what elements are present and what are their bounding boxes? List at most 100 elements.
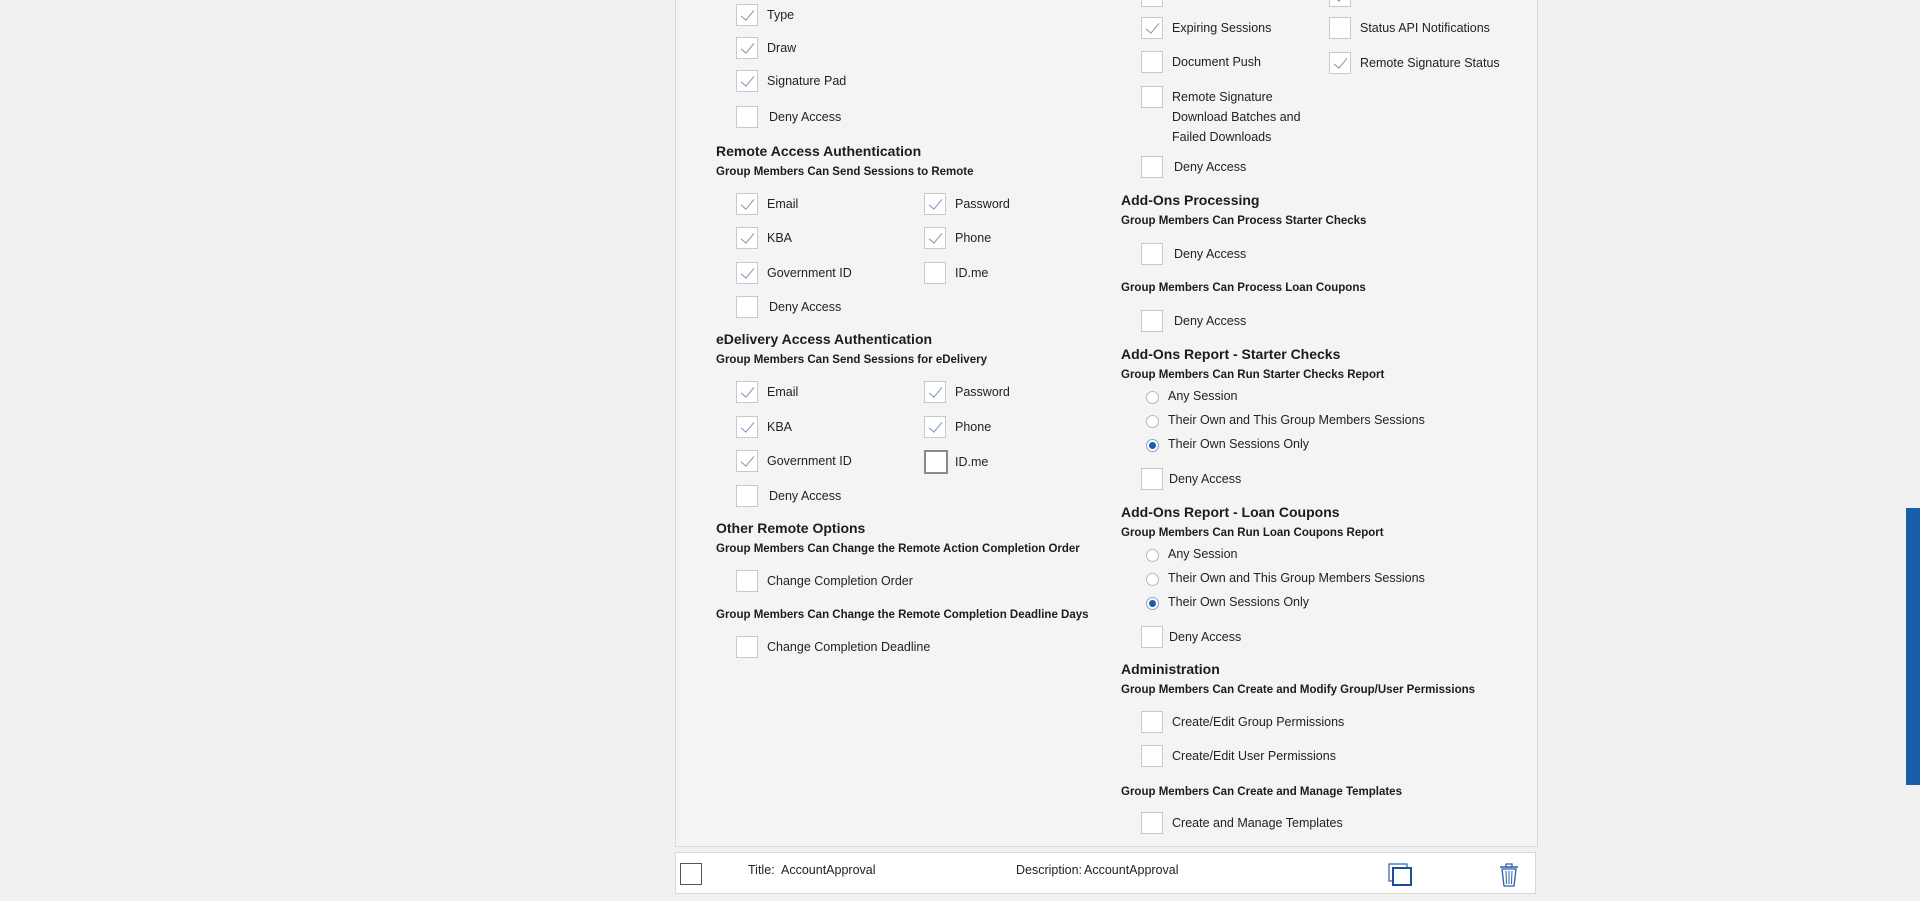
group-row: Title: AccountApproval Description: Acco…: [675, 852, 1536, 894]
edelivery-email-checkbox[interactable]: [736, 381, 758, 403]
report-loan-subtitle: Group Members Can Run Loan Coupons Repor…: [1121, 527, 1384, 539]
top-right-checkbox-2[interactable]: [1329, 0, 1351, 7]
loan-coupons-deny-checkbox[interactable]: [1141, 310, 1163, 332]
edelivery-deny-checkbox[interactable]: [736, 485, 758, 507]
administration-sub-templates: Group Members Can Create and Manage Temp…: [1121, 786, 1402, 798]
remote-sig-download-line3: Failed Downloads: [1172, 130, 1272, 144]
remote-sig-status-label: Remote Signature Status: [1360, 56, 1500, 70]
addons-processing-sub-starter: Group Members Can Process Starter Checks: [1121, 215, 1367, 227]
change-deadline-label: Change Completion Deadline: [767, 640, 931, 654]
type-label: Type: [767, 8, 795, 22]
report-starter-own-group-radio[interactable]: [1146, 415, 1159, 428]
edelivery-phone-checkbox[interactable]: [924, 416, 946, 438]
remote-idme-label: ID.me: [955, 266, 989, 280]
remote-idme-checkbox[interactable]: [924, 262, 946, 284]
report-loan-deny-checkbox[interactable]: [1141, 626, 1163, 648]
edelivery-idme-label: ID.me: [955, 455, 989, 469]
draw-label: Draw: [767, 41, 797, 55]
other-remote-subtitle-order: Group Members Can Change the Remote Acti…: [716, 543, 1080, 555]
other-remote-title: Other Remote Options: [716, 520, 866, 536]
remote-sig-status-checkbox[interactable]: [1329, 52, 1351, 74]
copy-icon[interactable]: [1387, 863, 1413, 887]
top-deny-checkbox[interactable]: [1141, 156, 1163, 178]
report-starter-own-only-radio[interactable]: [1146, 439, 1159, 452]
edelivery-password-checkbox[interactable]: [924, 381, 946, 403]
starter-checks-deny-checkbox[interactable]: [1141, 243, 1163, 265]
edelivery-idme-checkbox[interactable]: [924, 450, 948, 474]
report-starter-any-label: Any Session: [1168, 389, 1238, 403]
signature-pad-checkbox[interactable]: [736, 70, 758, 92]
row-select-checkbox[interactable]: [680, 863, 702, 885]
report-starter-subtitle: Group Members Can Run Starter Checks Rep…: [1121, 369, 1385, 381]
edelivery-govid-label: Government ID: [767, 454, 852, 468]
scrollbar-thumb[interactable]: [1906, 508, 1920, 785]
type-checkbox[interactable]: [736, 4, 758, 26]
remote-govid-checkbox[interactable]: [736, 262, 758, 284]
report-starter-deny-label: Deny Access: [1169, 472, 1242, 486]
row-description-label: Description:: [1016, 863, 1082, 877]
remote-govid-label: Government ID: [767, 266, 852, 280]
other-remote-subtitle-deadline: Group Members Can Change the Remote Comp…: [716, 609, 1089, 621]
remote-kba-label: KBA: [767, 231, 793, 245]
manage-templates-label: Create and Manage Templates: [1172, 816, 1343, 830]
trash-icon[interactable]: [1498, 863, 1520, 887]
remote-phone-checkbox[interactable]: [924, 227, 946, 249]
remote-email-label: Email: [767, 197, 799, 211]
report-loan-own-only-label: Their Own Sessions Only: [1168, 595, 1310, 609]
report-loan-deny-label: Deny Access: [1169, 630, 1242, 644]
addons-processing-sub-loan: Group Members Can Process Loan Coupons: [1121, 282, 1366, 294]
loan-coupons-deny-label: Deny Access: [1174, 314, 1247, 328]
administration-title: Administration: [1121, 661, 1220, 677]
remote-phone-label: Phone: [955, 231, 992, 245]
top-deny-label: Deny Access: [1174, 160, 1247, 174]
status-api-label: Status API Notifications: [1360, 21, 1490, 35]
remote-auth-title: Remote Access Authentication: [716, 143, 922, 159]
report-starter-any-radio[interactable]: [1146, 391, 1159, 404]
report-starter-deny-checkbox[interactable]: [1141, 468, 1163, 490]
row-title-label: Title:: [748, 863, 775, 877]
remote-kba-checkbox[interactable]: [736, 227, 758, 249]
edelivery-email-label: Email: [767, 385, 799, 399]
group-permissions-checkbox[interactable]: [1141, 711, 1163, 733]
edelivery-phone-label: Phone: [955, 420, 992, 434]
remote-password-checkbox[interactable]: [924, 193, 946, 215]
expiring-sessions-label: Expiring Sessions: [1172, 21, 1272, 35]
signature-pad-label: Signature Pad: [767, 74, 847, 88]
document-push-checkbox[interactable]: [1141, 51, 1163, 73]
row-description-value: AccountApproval: [1084, 863, 1179, 877]
edelivery-password-label: Password: [955, 385, 1010, 399]
report-loan-own-group-radio[interactable]: [1146, 573, 1159, 586]
edelivery-auth-subtitle: Group Members Can Send Sessions for eDel…: [716, 354, 987, 366]
edelivery-kba-label: KBA: [767, 420, 793, 434]
edelivery-deny-label: Deny Access: [769, 489, 842, 503]
row-title-value: AccountApproval: [781, 863, 876, 877]
remote-sig-download-checkbox[interactable]: [1141, 86, 1163, 108]
remote-auth-subtitle: Group Members Can Send Sessions to Remot…: [716, 166, 974, 178]
report-loan-own-only-radio[interactable]: [1146, 597, 1159, 610]
remote-deny-checkbox[interactable]: [736, 296, 758, 318]
status-api-checkbox[interactable]: [1329, 17, 1351, 39]
remote-sig-download-line2: Download Batches and: [1172, 110, 1301, 124]
report-starter-title: Add-Ons Report - Starter Checks: [1121, 346, 1341, 362]
top-right-checkbox-1[interactable]: [1141, 0, 1163, 7]
edelivery-govid-checkbox[interactable]: [736, 450, 758, 472]
remote-email-checkbox[interactable]: [736, 193, 758, 215]
starter-checks-deny-label: Deny Access: [1174, 247, 1247, 261]
manage-templates-checkbox[interactable]: [1141, 812, 1163, 834]
report-loan-title: Add-Ons Report - Loan Coupons: [1121, 504, 1340, 520]
change-order-label: Change Completion Order: [767, 574, 913, 588]
change-deadline-checkbox[interactable]: [736, 636, 758, 658]
change-order-checkbox[interactable]: [736, 570, 758, 592]
edelivery-kba-checkbox[interactable]: [736, 416, 758, 438]
draw-checkbox[interactable]: [736, 37, 758, 59]
user-permissions-checkbox[interactable]: [1141, 745, 1163, 767]
report-loan-any-radio[interactable]: [1146, 549, 1159, 562]
group-permissions-label: Create/Edit Group Permissions: [1172, 715, 1345, 729]
expiring-sessions-checkbox[interactable]: [1141, 17, 1163, 39]
report-starter-own-group-label: Their Own and This Group Members Session…: [1168, 413, 1425, 427]
signature-deny-checkbox[interactable]: [736, 106, 758, 128]
edelivery-auth-title: eDelivery Access Authentication: [716, 331, 933, 347]
remote-sig-download-line1: Remote Signature: [1172, 90, 1273, 104]
remote-password-label: Password: [955, 197, 1010, 211]
signature-deny-label: Deny Access: [769, 110, 842, 124]
